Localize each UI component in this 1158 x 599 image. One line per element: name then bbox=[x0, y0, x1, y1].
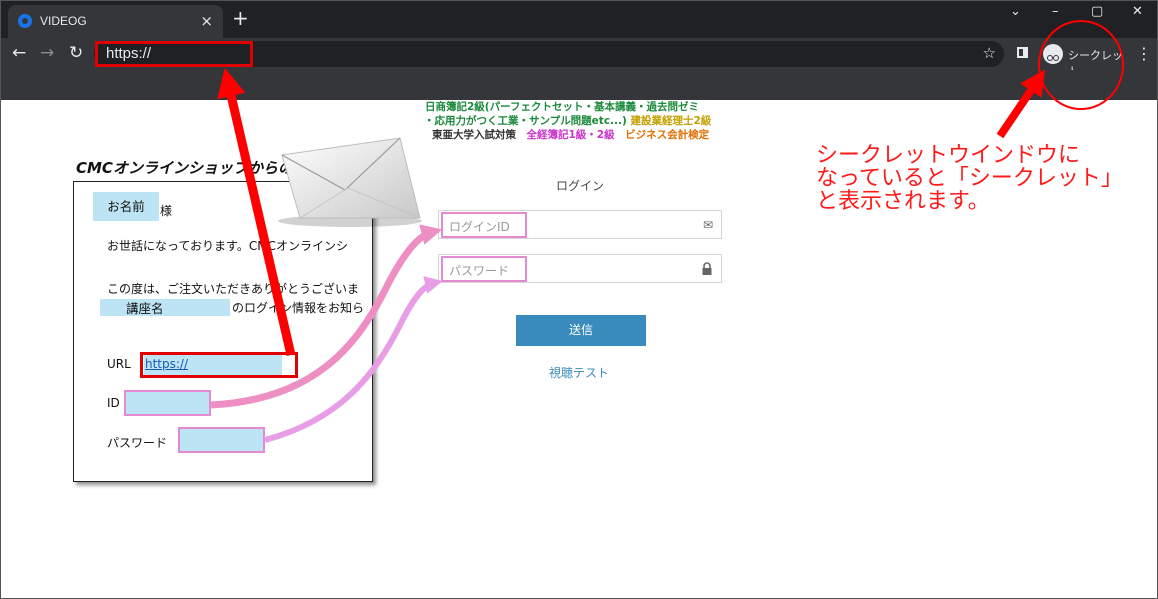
password-pink-arrow bbox=[264, 276, 443, 443]
incognito-annotation: シークレットウインドウに なっていると「シークレット」 と表示されます。 bbox=[816, 144, 1123, 213]
incognito-red-arrow bbox=[996, 69, 1046, 139]
url-red-arrow bbox=[217, 67, 296, 357]
annotation-line-3: と表示されます。 bbox=[816, 189, 990, 214]
annotation-line-2: なっていると「シークレット」 bbox=[816, 166, 1123, 191]
id-pink-arrow bbox=[210, 224, 443, 409]
incognito-circle bbox=[1038, 20, 1124, 110]
annotation-arrows bbox=[210, 20, 1124, 443]
annotation-line-1: シークレットウインドウに bbox=[816, 143, 1081, 168]
